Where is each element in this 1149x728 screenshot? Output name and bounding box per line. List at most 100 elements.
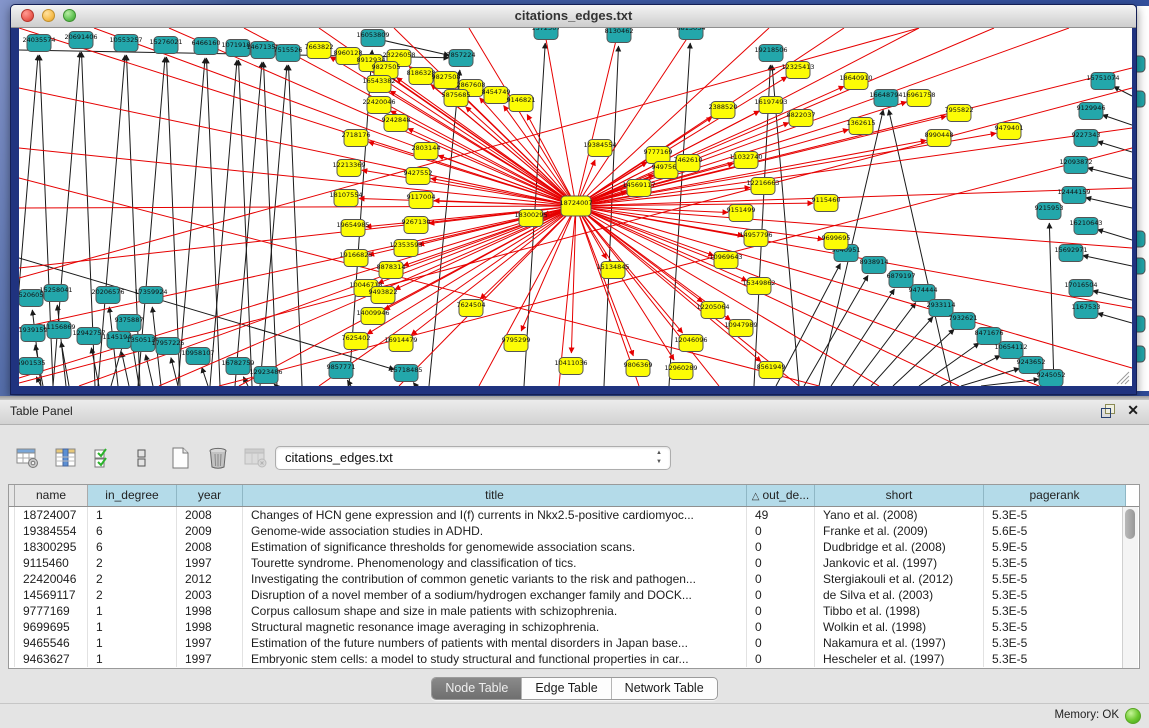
- cell-name[interactable]: 9465546: [15, 635, 88, 651]
- table-scrollbar[interactable]: [1122, 507, 1138, 668]
- table-scrollbar-thumb[interactable]: [1125, 509, 1135, 539]
- table-row[interactable]: 1456911722003Disruption of a novel membe…: [9, 587, 1139, 603]
- cell-out_degree[interactable]: 0: [747, 555, 815, 571]
- column-header-title[interactable]: title: [243, 485, 747, 506]
- close-panel-icon[interactable]: ✕: [1127, 403, 1139, 417]
- select-column-icon[interactable]: [52, 444, 80, 472]
- cell-short[interactable]: Hescheler et al. (1997): [815, 651, 984, 667]
- cell-name[interactable]: 9699695: [15, 619, 88, 635]
- cell-pagerank[interactable]: 5.3E-5: [984, 507, 1126, 523]
- cell-title[interactable]: Genome-wide association studies in ADHD.: [243, 523, 747, 539]
- table-row[interactable]: 1872400712008Changes of HCN gene express…: [9, 507, 1139, 523]
- cell-title[interactable]: Estimation of the future numbers of pati…: [243, 635, 747, 651]
- table-row[interactable]: 946554611997Estimation of the future num…: [9, 635, 1139, 651]
- cell-short[interactable]: Nakamura et al. (1997): [815, 635, 984, 651]
- table-select-dropdown[interactable]: citations_edges.txt ▲▼: [275, 446, 671, 470]
- cell-short[interactable]: de Silva et al. (2003): [815, 587, 984, 603]
- cell-short[interactable]: Franke et al. (2009): [815, 523, 984, 539]
- cell-out_degree[interactable]: 0: [747, 619, 815, 635]
- cell-title[interactable]: Investigating the contribution of common…: [243, 571, 747, 587]
- cell-pagerank[interactable]: 5.3E-5: [984, 635, 1126, 651]
- cell-in_degree[interactable]: 6: [88, 523, 177, 539]
- cell-year[interactable]: 2012: [177, 571, 243, 587]
- cell-year[interactable]: 1997: [177, 651, 243, 667]
- cell-out_degree[interactable]: 0: [747, 635, 815, 651]
- cell-name[interactable]: 18724007: [15, 507, 88, 523]
- window-titlebar[interactable]: citations_edges.txt: [11, 5, 1136, 28]
- table-row[interactable]: 977716911998Corpus callosum shape and si…: [9, 603, 1139, 619]
- column-header-name[interactable]: name: [15, 485, 88, 506]
- cell-out_degree[interactable]: 0: [747, 539, 815, 555]
- cell-short[interactable]: Tibbo et al. (1998): [815, 603, 984, 619]
- table-row[interactable]: 2242004622012Investigating the contribut…: [9, 571, 1139, 587]
- new-table-icon[interactable]: [166, 444, 194, 472]
- cell-pagerank[interactable]: 5.5E-5: [984, 571, 1126, 587]
- network-canvas[interactable]: 1872400724035574206914061055325715276021…: [19, 28, 1132, 386]
- cell-in_degree[interactable]: 1: [88, 507, 177, 523]
- float-panel-icon[interactable]: [1101, 403, 1115, 417]
- cell-year[interactable]: 1998: [177, 603, 243, 619]
- cell-year[interactable]: 2008: [177, 507, 243, 523]
- cell-short[interactable]: Dudbridge et al. (2008): [815, 539, 984, 555]
- cell-short[interactable]: Yano et al. (2008): [815, 507, 984, 523]
- cell-title[interactable]: Disruption of a novel member of a sodium…: [243, 587, 747, 603]
- cell-year[interactable]: 2003: [177, 587, 243, 603]
- canvas-resize-grip[interactable]: [1117, 372, 1129, 384]
- table-row[interactable]: 1830029562008Estimation of significance …: [9, 539, 1139, 555]
- cell-name[interactable]: 9463627: [15, 651, 88, 667]
- tab-edge-table[interactable]: Edge Table: [522, 678, 611, 699]
- cell-out_degree[interactable]: 49: [747, 507, 815, 523]
- cell-pagerank[interactable]: 5.3E-5: [984, 587, 1126, 603]
- column-header-short[interactable]: short: [815, 485, 984, 506]
- cell-pagerank[interactable]: 5.3E-5: [984, 555, 1126, 571]
- tab-network-table[interactable]: Network Table: [612, 678, 717, 699]
- table-row[interactable]: 969969511998Structural magnetic resonanc…: [9, 619, 1139, 635]
- cell-title[interactable]: Estimation of significance thresholds fo…: [243, 539, 747, 555]
- cell-in_degree[interactable]: 2: [88, 571, 177, 587]
- select-rows-check-icon[interactable]: [90, 444, 118, 472]
- cell-in_degree[interactable]: 1: [88, 651, 177, 667]
- column-header-year[interactable]: year: [177, 485, 243, 506]
- cell-name[interactable]: 9777169: [15, 603, 88, 619]
- cell-in_degree[interactable]: 1: [88, 603, 177, 619]
- cell-name[interactable]: 18300295: [15, 539, 88, 555]
- cell-year[interactable]: 2009: [177, 523, 243, 539]
- cell-name[interactable]: 22420046: [15, 571, 88, 587]
- cell-in_degree[interactable]: 1: [88, 635, 177, 651]
- cell-name[interactable]: 19384554: [15, 523, 88, 539]
- table-row[interactable]: 1938455462009Genome-wide association stu…: [9, 523, 1139, 539]
- cell-year[interactable]: 1998: [177, 619, 243, 635]
- cell-out_degree[interactable]: 0: [747, 603, 815, 619]
- cell-out_degree[interactable]: 0: [747, 523, 815, 539]
- column-header-in_degree[interactable]: in_degree: [88, 485, 177, 506]
- cell-name[interactable]: 9115460: [15, 555, 88, 571]
- table-settings-icon[interactable]: [14, 444, 42, 472]
- cell-out_degree[interactable]: 0: [747, 651, 815, 667]
- cell-out_degree[interactable]: 0: [747, 587, 815, 603]
- cell-name[interactable]: 14569117: [15, 587, 88, 603]
- table-row[interactable]: 946362711997Embryonic stem cells: a mode…: [9, 651, 1139, 667]
- cell-year[interactable]: 2008: [177, 539, 243, 555]
- cell-short[interactable]: Jankovic et al. (1997): [815, 555, 984, 571]
- cell-title[interactable]: Corpus callosum shape and size in male p…: [243, 603, 747, 619]
- cell-year[interactable]: 1997: [177, 635, 243, 651]
- row-height-icon[interactable]: [128, 444, 156, 472]
- cell-in_degree[interactable]: 2: [88, 587, 177, 603]
- cell-title[interactable]: Structural magnetic resonance image aver…: [243, 619, 747, 635]
- cell-in_degree[interactable]: 2: [88, 555, 177, 571]
- cell-pagerank[interactable]: 5.9E-5: [984, 539, 1126, 555]
- cell-short[interactable]: Wolkin et al. (1998): [815, 619, 984, 635]
- cell-title[interactable]: Tourette syndrome. Phenomenology and cla…: [243, 555, 747, 571]
- column-header-out_degree[interactable]: △out_de...: [747, 485, 815, 506]
- cell-title[interactable]: Embryonic stem cells: a model to study s…: [243, 651, 747, 667]
- cell-pagerank[interactable]: 5.6E-5: [984, 523, 1126, 539]
- cell-year[interactable]: 1997: [177, 555, 243, 571]
- cell-short[interactable]: Stergiakouli et al. (2012): [815, 571, 984, 587]
- cell-pagerank[interactable]: 5.3E-5: [984, 651, 1126, 667]
- tab-node-table[interactable]: Node Table: [432, 678, 522, 699]
- cell-title[interactable]: Changes of HCN gene expression and I(f) …: [243, 507, 747, 523]
- cell-out_degree[interactable]: 0: [747, 571, 815, 587]
- cell-in_degree[interactable]: 6: [88, 539, 177, 555]
- cell-pagerank[interactable]: 5.3E-5: [984, 603, 1126, 619]
- delete-icon[interactable]: [204, 444, 232, 472]
